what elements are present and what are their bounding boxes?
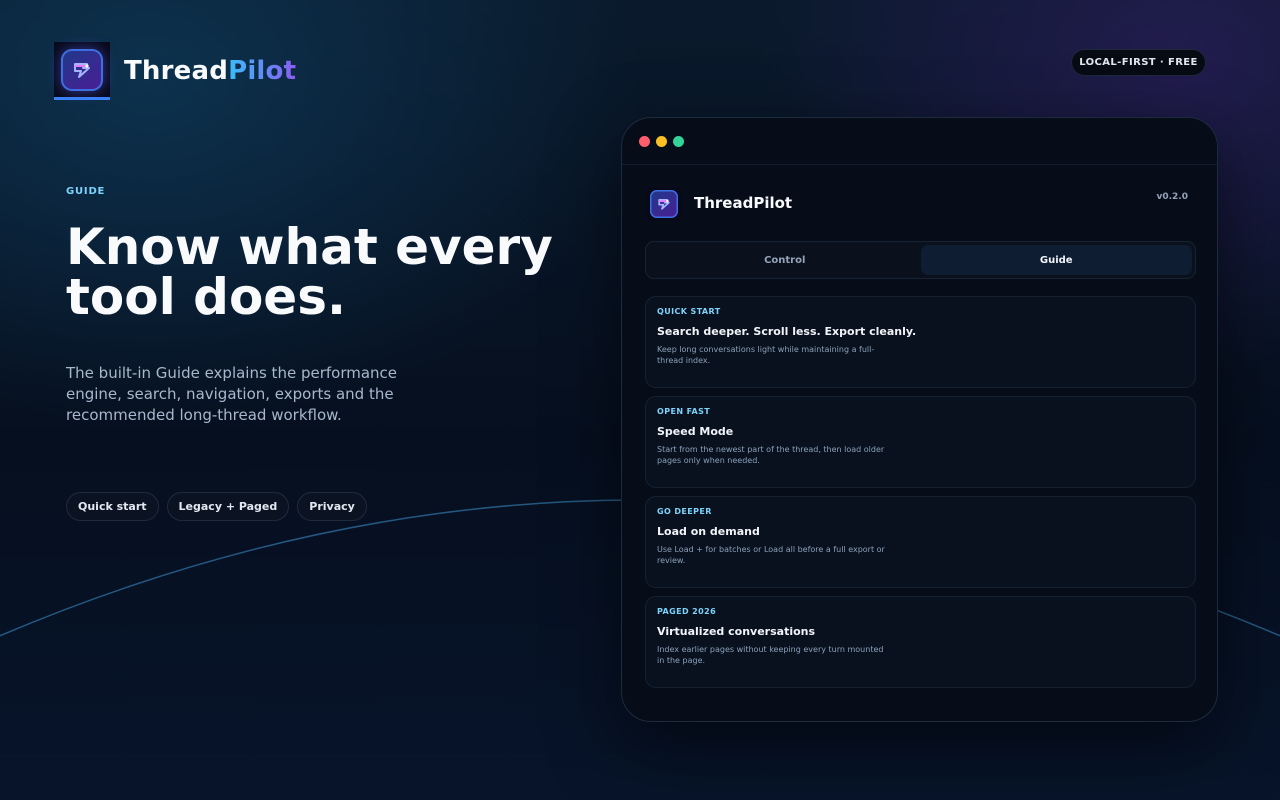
- card-description: Index earlier pages without keeping ever…: [657, 645, 884, 665]
- tab-guide[interactable]: Guide: [920, 245, 1192, 275]
- hero-title: Know what every tool does.: [66, 218, 553, 326]
- window-titlebar: [622, 118, 1217, 165]
- app-name: ThreadPilot: [694, 194, 793, 212]
- app-header: ThreadPilot v0.2.0: [622, 165, 1217, 241]
- maximize-dot-icon[interactable]: [673, 135, 684, 147]
- card-eyebrow: GO DEEPER: [657, 507, 712, 516]
- chip-legacy-paged[interactable]: Legacy + Paged: [166, 492, 290, 521]
- guide-card-speed-mode[interactable]: OPEN FAST Speed Mode Start from the newe…: [645, 396, 1196, 488]
- card-eyebrow: QUICK START: [657, 307, 721, 316]
- card-title: Load on demand: [657, 525, 760, 538]
- card-title: Virtualized conversations: [657, 625, 816, 638]
- card-eyebrow: OPEN FAST: [657, 407, 711, 416]
- brand-name-part1: Thread: [124, 56, 229, 86]
- chip-quick-start[interactable]: Quick start: [66, 492, 159, 521]
- guide-card-load-on-demand[interactable]: GO DEEPER Load on demand Use Load + for …: [645, 496, 1196, 588]
- threadpilot-app-logo-icon: [647, 187, 681, 221]
- app-window: ThreadPilot v0.2.0 Control Guide QUICK S…: [621, 117, 1218, 722]
- brand-name-part2: Pilot: [228, 56, 297, 86]
- hero-eyebrow: GUIDE: [66, 186, 106, 197]
- mode-tabs: Control Guide: [645, 241, 1196, 279]
- chip-privacy[interactable]: Privacy: [297, 492, 367, 521]
- card-description: Keep long conversations light while main…: [657, 345, 875, 365]
- feature-chips: Quick start Legacy + Paged Privacy: [66, 492, 367, 521]
- close-dot-icon[interactable]: [639, 135, 650, 147]
- tab-control[interactable]: Control: [649, 245, 921, 275]
- guide-cards: QUICK START Search deeper. Scroll less. …: [645, 296, 1196, 696]
- brand[interactable]: ThreadPilot: [54, 42, 296, 100]
- local-first-badge: LOCAL-FIRST · FREE: [1071, 49, 1206, 76]
- card-description: Use Load + for batches or Load all befor…: [657, 545, 885, 565]
- guide-card-virtualized[interactable]: PAGED 2026 Virtualized conversations Ind…: [645, 596, 1196, 688]
- card-description: Start from the newest part of the thread…: [657, 445, 885, 465]
- card-title: Search deeper. Scroll less. Export clean…: [657, 325, 917, 338]
- hero-description: The built-in Guide explains the performa…: [66, 364, 398, 424]
- version-label: v0.2.0: [1156, 192, 1189, 202]
- card-eyebrow: PAGED 2026: [657, 607, 717, 616]
- brand-name: ThreadPilot: [124, 56, 296, 86]
- guide-card-quick-start[interactable]: QUICK START Search deeper. Scroll less. …: [645, 296, 1196, 388]
- threadpilot-logo-icon: [54, 42, 110, 100]
- card-title: Speed Mode: [657, 425, 734, 438]
- minimize-dot-icon[interactable]: [656, 135, 667, 147]
